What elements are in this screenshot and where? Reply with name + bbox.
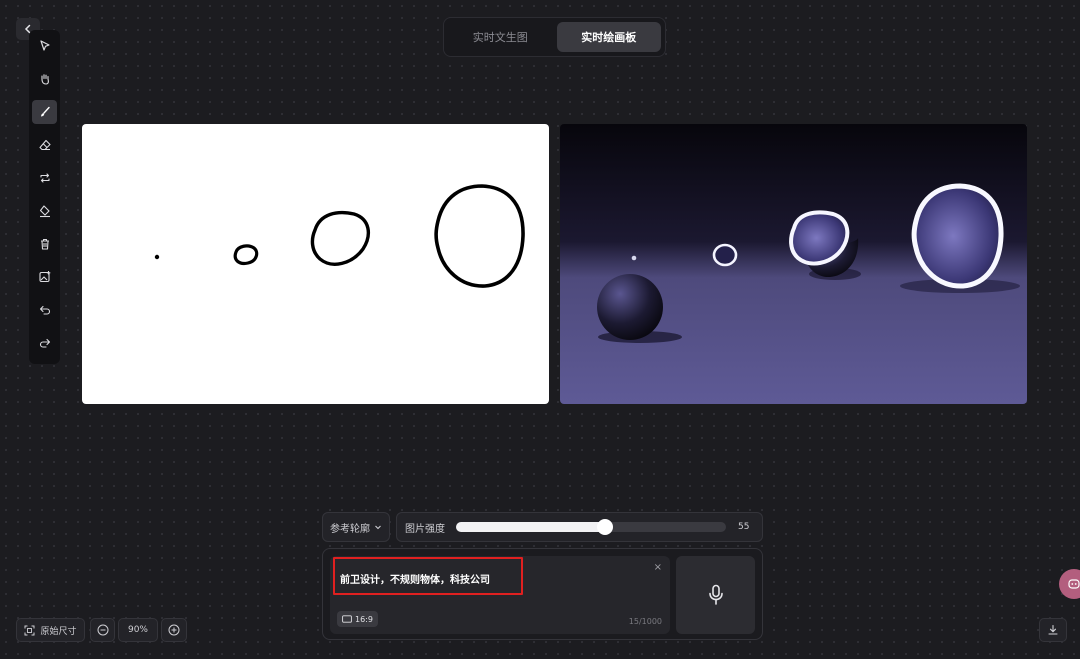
swap-icon bbox=[39, 173, 50, 183]
eraser-icon bbox=[38, 139, 51, 151]
swap-tool-button[interactable] bbox=[32, 166, 57, 190]
microphone-icon bbox=[708, 584, 723, 605]
image-strength-label: 图片强度 bbox=[405, 523, 445, 535]
zoom-in-icon bbox=[168, 624, 180, 636]
cursor-arrow-icon bbox=[39, 40, 50, 51]
zoom-level: 90% bbox=[118, 618, 158, 642]
original-size-label: 原始尺寸 bbox=[40, 626, 77, 637]
undo-button[interactable] bbox=[32, 298, 57, 322]
eraser-tool-button[interactable] bbox=[32, 133, 57, 157]
tab-realtime-text-to-image[interactable]: 实时文生图 bbox=[448, 22, 553, 52]
prompt-input[interactable]: 前卫设计，不规则物体，科技公司 × 16:9 15/1000 bbox=[330, 556, 670, 634]
render-scene bbox=[560, 124, 1027, 404]
hand-icon bbox=[40, 74, 49, 85]
clear-prompt-button[interactable]: × bbox=[654, 562, 662, 573]
sketch-drawing bbox=[154, 184, 525, 288]
image-strength-control: 图片强度 55 bbox=[396, 512, 763, 542]
prompt-text: 前卫设计，不规则物体，科技公司 bbox=[340, 575, 490, 586]
mode-tab-bar: 实时文生图 实时绘画板 bbox=[443, 17, 666, 57]
download-button[interactable] bbox=[1039, 618, 1067, 642]
image-strength-value: 55 bbox=[738, 522, 750, 532]
undo-icon bbox=[39, 305, 50, 315]
slider-fill bbox=[456, 522, 605, 532]
redo-button[interactable] bbox=[32, 331, 57, 355]
zoom-in-button[interactable] bbox=[161, 618, 187, 642]
aspect-ratio-label: 16:9 bbox=[355, 614, 373, 624]
fill-tool-button[interactable] bbox=[32, 199, 57, 223]
sketch-dot bbox=[154, 254, 160, 260]
brush-icon bbox=[40, 106, 50, 117]
trash-icon bbox=[40, 238, 49, 250]
prompt-panel: 前卫设计，不规则物体，科技公司 × 16:9 15/1000 bbox=[322, 548, 763, 640]
chevron-down-icon bbox=[375, 525, 381, 530]
pan-tool-button[interactable] bbox=[32, 67, 57, 91]
tab-realtime-drawing-board[interactable]: 实时绘画板 bbox=[556, 22, 661, 52]
generated-image bbox=[560, 124, 1027, 404]
assistant-avatar[interactable] bbox=[1059, 569, 1080, 599]
zoom-out-icon bbox=[97, 624, 108, 636]
fit-frame-icon bbox=[24, 625, 35, 635]
redo-icon bbox=[39, 338, 50, 348]
reference-contour-label: 参考轮廓 bbox=[330, 523, 370, 535]
aspect-ratio-icon bbox=[342, 615, 352, 623]
aspect-ratio-button[interactable]: 16:9 bbox=[337, 611, 378, 627]
sketch-large-ring bbox=[434, 184, 525, 288]
image-add-icon bbox=[38, 271, 50, 283]
zoom-out-button[interactable] bbox=[90, 618, 115, 642]
sketch-small-ring bbox=[233, 244, 259, 266]
reference-contour-select[interactable]: 参考轮廓 bbox=[322, 512, 390, 542]
sketch-medium-ring bbox=[310, 210, 371, 266]
assistant-icon bbox=[1068, 579, 1080, 589]
character-counter: 15/1000 bbox=[628, 617, 662, 626]
download-icon bbox=[1048, 624, 1058, 635]
select-tool-button[interactable] bbox=[32, 34, 57, 58]
drawing-toolbar bbox=[29, 30, 60, 364]
original-size-button[interactable]: 原始尺寸 bbox=[16, 618, 85, 642]
image-strength-slider[interactable] bbox=[456, 519, 726, 535]
drawing-canvas[interactable] bbox=[82, 124, 549, 404]
voice-input-button[interactable] bbox=[676, 556, 755, 634]
brush-tool-button[interactable] bbox=[32, 100, 57, 124]
paint-bucket-icon bbox=[39, 205, 50, 218]
delete-tool-button[interactable] bbox=[32, 232, 57, 256]
slider-thumb[interactable] bbox=[596, 519, 613, 535]
add-image-tool-button[interactable] bbox=[32, 265, 57, 289]
